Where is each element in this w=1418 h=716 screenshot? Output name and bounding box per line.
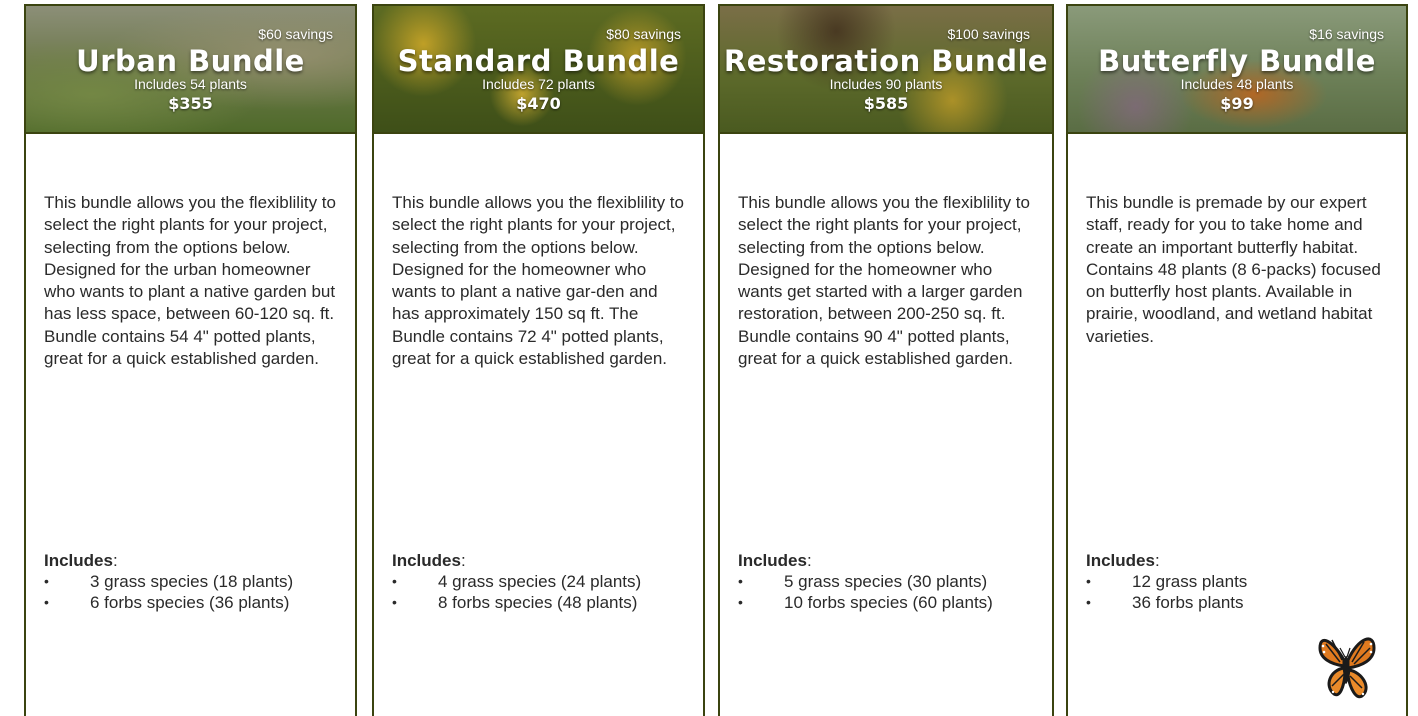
plant-count: Includes 72 plants xyxy=(482,76,595,92)
list-item: • 36 forbs plants xyxy=(1086,593,1244,612)
bundle-price: $99 xyxy=(1220,94,1254,113)
list-item: • 10 forbs species (60 plants) xyxy=(738,593,993,612)
bundle-description: This bundle allows you the flexiblility … xyxy=(738,193,1030,369)
list-item: • 5 grass species (30 plants) xyxy=(738,572,988,591)
includes-heading: Includes: xyxy=(738,551,812,570)
bundle-price: $585 xyxy=(863,94,909,113)
bundle-description: This bundle allows you the flexiblility … xyxy=(392,193,684,369)
includes-list: Includes: • 3 grass species (18 plants) •… xyxy=(44,550,345,613)
bundle-card-restoration: $100 savings Restoration Bundle Includes… xyxy=(718,4,1054,716)
includes-heading: Includes: xyxy=(392,551,466,570)
bundles-page: $60 savings Urban Bundle Includes 54 pla… xyxy=(0,0,1418,716)
list-item: • 6 forbs species (36 plants) xyxy=(44,593,290,612)
bundle-title: Standard Bundle xyxy=(397,44,680,78)
list-item: • 3 grass species (18 plants) xyxy=(44,572,294,591)
bullet-icon: • xyxy=(392,573,397,589)
includes-list: Includes: • 5 grass species (30 plants) •… xyxy=(738,550,1042,613)
bullet-icon: • xyxy=(392,594,397,610)
bundle-title: Butterfly Bundle xyxy=(1098,44,1376,78)
plant-count: Includes 48 plants xyxy=(1180,76,1294,92)
bullet-icon: • xyxy=(738,573,743,589)
bundle-card-butterfly: $16 savings Butterfly Bundle Includes 48… xyxy=(1066,4,1408,716)
bundle-title: Urban Bundle xyxy=(76,44,305,78)
bundle-card-urban: $60 savings Urban Bundle Includes 54 pla… xyxy=(24,4,357,716)
bundle-price: $470 xyxy=(516,94,561,113)
savings-label: $80 savings xyxy=(606,26,681,42)
bundle-banner-restoration: $100 savings Restoration Bundle Includes… xyxy=(720,6,1052,134)
includes-list: Includes: • 12 grass plants • 36 forbs pla… xyxy=(1086,550,1396,613)
plant-count: Includes 90 plants xyxy=(829,76,943,92)
bundle-price: $355 xyxy=(168,94,213,113)
savings-label: $16 savings xyxy=(1309,26,1384,42)
list-item: • 4 grass species (24 plants) xyxy=(392,572,642,591)
bundle-banner-urban: $60 savings Urban Bundle Includes 54 pla… xyxy=(26,6,355,134)
monarch-butterfly-icon xyxy=(1318,637,1376,699)
bundle-banner-standard: $80 savings Standard Bundle Includes 72 … xyxy=(374,6,703,134)
bundle-description: This bundle allows you the flexiblility … xyxy=(44,193,336,369)
savings-label: $100 savings xyxy=(947,26,1030,42)
bullet-icon: • xyxy=(44,594,49,610)
bundle-card-standard: $80 savings Standard Bundle Includes 72 … xyxy=(372,4,705,716)
plant-count: Includes 54 plants xyxy=(134,76,247,92)
bundle-banner-butterfly: $16 savings Butterfly Bundle Includes 48… xyxy=(1068,6,1406,134)
bullet-icon: • xyxy=(44,573,49,589)
includes-list: Includes: • 4 grass species (24 plants) •… xyxy=(392,550,693,613)
includes-heading: Includes: xyxy=(1086,551,1160,570)
bullet-icon: • xyxy=(1086,594,1091,610)
bundle-title: Restoration Bundle xyxy=(723,44,1049,78)
list-item: • 8 forbs species (48 plants) xyxy=(392,593,638,612)
list-item: • 12 grass plants xyxy=(1086,572,1248,591)
savings-label: $60 savings xyxy=(258,26,333,42)
bundle-description: This bundle is premade by our expert sta… xyxy=(1086,193,1381,346)
bullet-icon: • xyxy=(738,594,743,610)
bullet-icon: • xyxy=(1086,573,1091,589)
includes-heading: Includes: xyxy=(44,551,118,570)
